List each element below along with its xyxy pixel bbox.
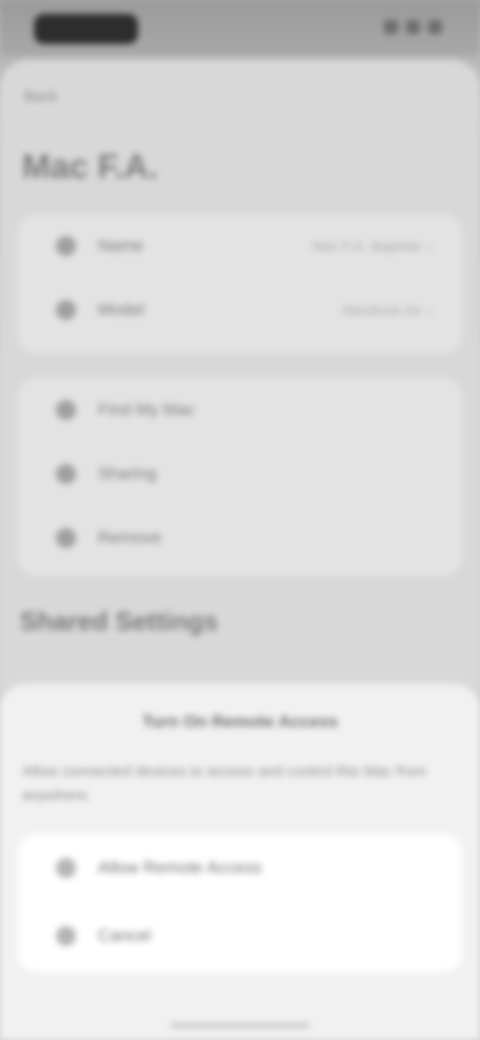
page-title: Mac F.A. — [22, 148, 159, 186]
remove-row[interactable]: Remove — [18, 506, 462, 570]
option-label: Allow Remote Access — [98, 858, 262, 877]
device-actions-card: Find My Mac Sharing Remove — [18, 378, 462, 576]
chevron-right-icon: › — [427, 302, 432, 318]
sharing-row[interactable]: Sharing — [18, 442, 462, 506]
battery-icon — [428, 20, 442, 34]
row-label: Name — [98, 236, 144, 255]
model-row[interactable]: Model MacBook Air › — [18, 278, 462, 342]
status-icons — [384, 20, 442, 34]
row-value: Mac F.A. Baptiste › — [312, 238, 432, 254]
device-info-card: Name Mac F.A. Baptiste › Model MacBook Ai… — [18, 214, 462, 354]
section-heading: Shared Settings — [20, 606, 218, 636]
sheet-description: Allow connected devices to access and co… — [22, 763, 427, 804]
find-my-row[interactable]: Find My Mac — [18, 378, 462, 442]
wifi-icon — [406, 20, 420, 34]
bottom-sheet: Turn On Remote Access Allow connected de… — [0, 684, 480, 1040]
option-label: Cancel — [98, 926, 151, 945]
row-label: Remove — [98, 528, 162, 547]
status-time-pill — [34, 14, 138, 44]
row-label: Find My Mac — [98, 400, 196, 419]
sheet-option-confirm[interactable]: Allow Remote Access — [18, 834, 462, 902]
row-label: Sharing — [98, 464, 157, 483]
row-label: Model — [98, 300, 145, 319]
lock-icon — [56, 400, 76, 420]
back-link[interactable]: Back — [24, 88, 57, 105]
device-icon — [56, 300, 76, 320]
sheet-title: Turn On Remote Access — [142, 712, 338, 731]
signal-icon — [384, 20, 398, 34]
check-circle-icon — [56, 858, 76, 878]
home-indicator — [170, 1023, 310, 1028]
sheet-option-cancel[interactable]: Cancel — [18, 902, 462, 970]
chevron-right-icon: › — [427, 238, 432, 254]
status-bar — [0, 0, 480, 56]
share-icon — [56, 464, 76, 484]
name-row[interactable]: Name Mac F.A. Baptiste › — [18, 214, 462, 278]
remove-icon — [56, 528, 76, 548]
cancel-icon — [56, 926, 76, 946]
user-icon — [56, 236, 76, 256]
sheet-options-card: Allow Remote Access Cancel — [18, 834, 462, 972]
phone-screen: Back Mac F.A. Name Mac F.A. Baptiste › Mo… — [0, 0, 480, 1040]
row-value: MacBook Air › — [342, 302, 432, 318]
